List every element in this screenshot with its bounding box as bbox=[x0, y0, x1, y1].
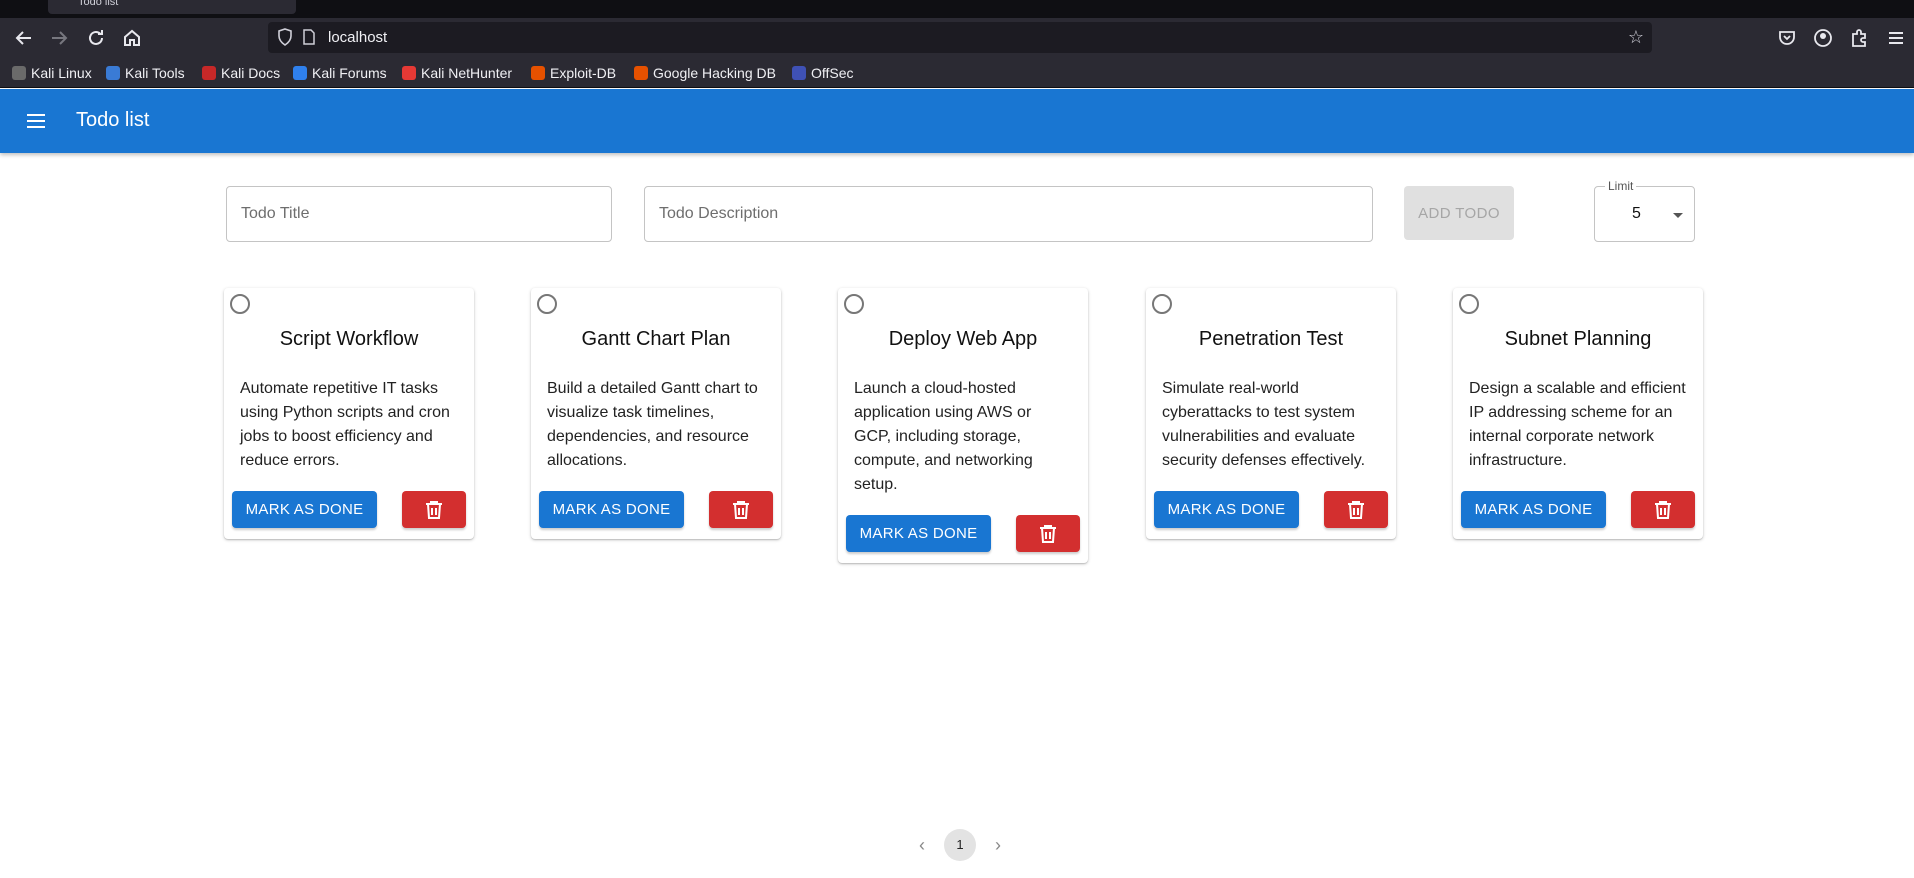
page-number-button[interactable]: 1 bbox=[944, 829, 976, 861]
todo-title: Deploy Web App bbox=[888, 328, 1038, 350]
limit-select[interactable]: Limit 5 bbox=[1594, 179, 1695, 242]
trash-icon bbox=[1348, 501, 1364, 519]
mark-as-done-button[interactable]: MARK AS DONE bbox=[539, 491, 684, 528]
trash-icon bbox=[1655, 501, 1671, 519]
bookmark-kali-tools[interactable]: Kali Tools bbox=[106, 64, 185, 82]
todo-card: Script Workflow Automate repetitive IT t… bbox=[224, 288, 474, 539]
url-text[interactable]: localhost bbox=[328, 29, 387, 46]
trash-icon bbox=[733, 501, 749, 519]
todo-card: Subnet Planning Design a scalable and ef… bbox=[1453, 288, 1703, 539]
kali-linux-icon bbox=[12, 66, 26, 80]
delete-button[interactable] bbox=[1631, 491, 1695, 528]
shield-icon[interactable] bbox=[276, 28, 294, 46]
bookmark-offsec[interactable]: OffSec bbox=[792, 64, 854, 82]
pagination: ‹ 1 › bbox=[0, 829, 1914, 861]
browser-tab-title: Todo list bbox=[78, 0, 119, 8]
todo-radio[interactable] bbox=[844, 294, 864, 314]
todo-card: Penetration Test Simulate real-world cyb… bbox=[1146, 288, 1396, 539]
todo-radio[interactable] bbox=[230, 294, 250, 314]
next-page-icon[interactable]: › bbox=[982, 829, 1014, 861]
extensions-icon[interactable] bbox=[1847, 26, 1871, 50]
kali-tools-icon bbox=[106, 66, 120, 80]
delete-button[interactable] bbox=[402, 491, 466, 528]
forward-icon[interactable] bbox=[47, 26, 71, 50]
todo-description: Build a detailed Gantt chart to visualiz… bbox=[547, 380, 758, 469]
todo-card: Deploy Web App Launch a cloud-hosted app… bbox=[838, 288, 1088, 563]
browser-toolbar: localhost ☆ bbox=[0, 18, 1914, 58]
mark-as-done-button[interactable]: MARK AS DONE bbox=[1461, 491, 1606, 528]
todo-description-field[interactable] bbox=[644, 186, 1373, 242]
delete-button[interactable] bbox=[1324, 491, 1388, 528]
page-icon bbox=[302, 28, 318, 46]
mark-as-done-button[interactable]: MARK AS DONE bbox=[846, 515, 991, 552]
app-menu-icon[interactable] bbox=[1884, 26, 1908, 50]
previous-page-icon[interactable]: ‹ bbox=[906, 829, 938, 861]
todo-radio[interactable] bbox=[1459, 294, 1479, 314]
pocket-icon[interactable] bbox=[1775, 26, 1799, 50]
delete-button[interactable] bbox=[709, 491, 773, 528]
back-icon[interactable] bbox=[12, 26, 36, 50]
todo-title: Penetration Test bbox=[1198, 328, 1344, 350]
reload-icon[interactable] bbox=[84, 26, 108, 50]
bookmark-kali-forums[interactable]: Kali Forums bbox=[293, 64, 387, 82]
todo-description: Automate repetitive IT tasks using Pytho… bbox=[240, 380, 450, 469]
todo-title: Gantt Chart Plan bbox=[581, 328, 731, 350]
account-icon[interactable] bbox=[1811, 26, 1835, 50]
hamburger-menu-icon[interactable] bbox=[24, 109, 48, 133]
todo-card: Gantt Chart Plan Build a detailed Gantt … bbox=[531, 288, 781, 539]
bookmark-kali-nethunter[interactable]: Kali NetHunter bbox=[402, 64, 512, 82]
bookmark-google-hacking-db[interactable]: Google Hacking DB bbox=[634, 64, 776, 82]
kali-docs-icon bbox=[202, 66, 216, 80]
bookmarks-bar: Kali Linux Kali Tools Kali Docs Kali For… bbox=[0, 58, 1914, 88]
todo-description: Launch a cloud-hosted application using … bbox=[854, 380, 1033, 493]
todo-description: Simulate real-world cyberattacks to test… bbox=[1162, 380, 1366, 469]
todo-radio[interactable] bbox=[1152, 294, 1172, 314]
todo-title: Script Workflow bbox=[279, 328, 419, 350]
mark-as-done-button[interactable]: MARK AS DONE bbox=[1154, 491, 1299, 528]
add-todo-button[interactable]: ADD TODO bbox=[1404, 186, 1514, 240]
exploit-db-icon bbox=[531, 66, 545, 80]
todo-description-input[interactable] bbox=[645, 187, 1372, 241]
app-bar: Todo list bbox=[0, 89, 1914, 153]
bookmark-kali-docs[interactable]: Kali Docs bbox=[202, 64, 280, 82]
todo-title-field[interactable] bbox=[226, 186, 612, 242]
dropdown-caret-icon bbox=[1673, 213, 1683, 218]
bookmark-kali-linux[interactable]: Kali Linux bbox=[12, 64, 92, 82]
todo-title: Subnet Planning bbox=[1504, 328, 1652, 350]
url-bar[interactable]: localhost ☆ bbox=[268, 22, 1652, 53]
app-title: Todo list bbox=[76, 109, 150, 131]
google-hacking-db-icon bbox=[634, 66, 648, 80]
browser-tab[interactable]: Todo list bbox=[48, 0, 296, 14]
limit-label: Limit bbox=[1605, 179, 1637, 193]
bookmark-star-icon[interactable]: ☆ bbox=[1628, 27, 1644, 48]
trash-icon bbox=[426, 501, 442, 519]
bookmark-exploit-db[interactable]: Exploit-DB bbox=[531, 64, 616, 82]
kali-forums-icon bbox=[293, 66, 307, 80]
browser-tab-strip: Todo list bbox=[0, 0, 1914, 18]
mark-as-done-button[interactable]: MARK AS DONE bbox=[232, 491, 377, 528]
delete-button[interactable] bbox=[1016, 515, 1080, 552]
offsec-icon bbox=[792, 66, 806, 80]
todo-description: Design a scalable and efficient IP addre… bbox=[1469, 380, 1686, 469]
kali-nethunter-icon bbox=[402, 66, 416, 80]
limit-value: 5 bbox=[1632, 205, 1641, 222]
todo-radio[interactable] bbox=[537, 294, 557, 314]
trash-icon bbox=[1040, 525, 1056, 543]
todo-title-input[interactable] bbox=[227, 187, 611, 241]
home-icon[interactable] bbox=[120, 26, 144, 50]
